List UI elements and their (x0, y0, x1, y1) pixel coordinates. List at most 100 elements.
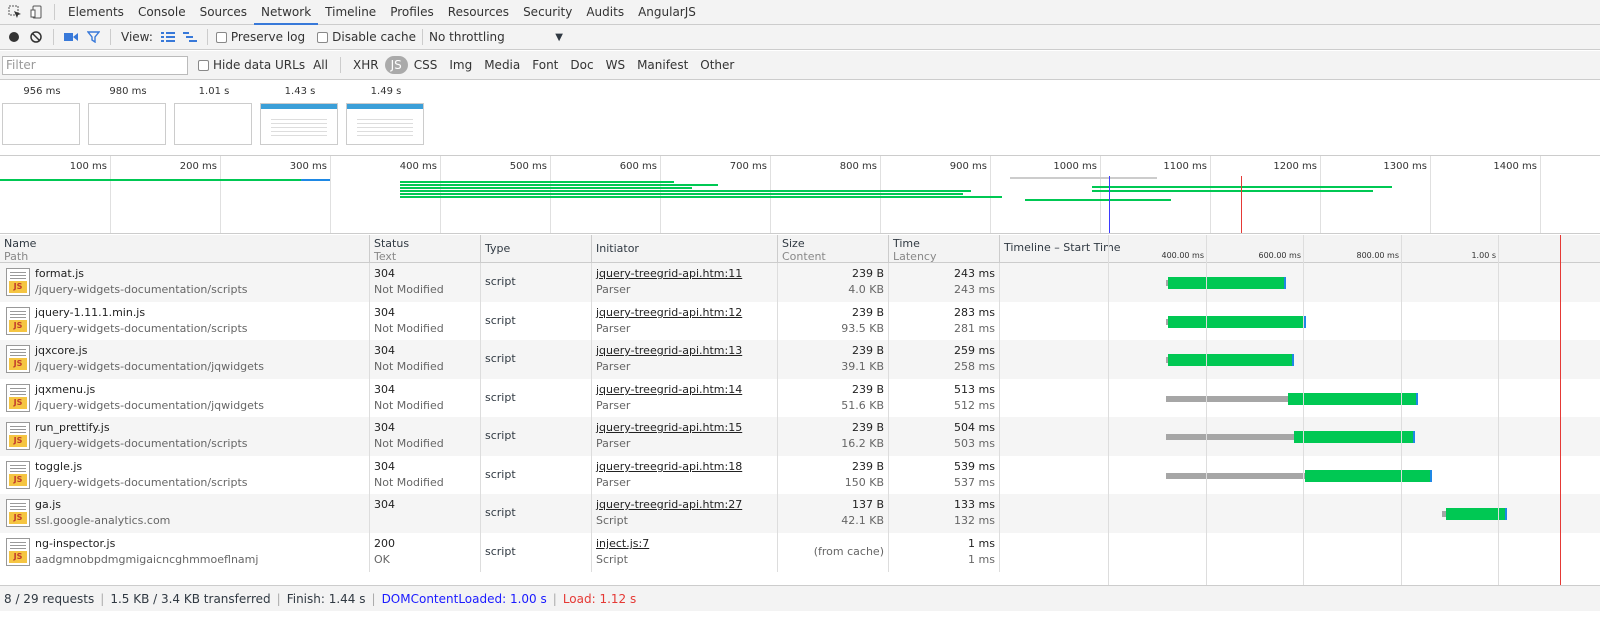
type-cell: script (481, 340, 592, 379)
overview-gridline (1100, 156, 1101, 233)
tab-timeline[interactable]: Timeline (318, 0, 383, 25)
request-name[interactable]: ga.js (35, 497, 365, 513)
throttling-select[interactable]: No throttling ▼ (429, 30, 563, 44)
tab-elements[interactable]: Elements (61, 0, 131, 25)
filter-type-xhr[interactable]: XHR (347, 56, 385, 74)
filter-type-font[interactable]: Font (526, 56, 564, 74)
initiator-link[interactable]: jquery-treegrid-api.htm:15 (596, 420, 773, 436)
request-name[interactable]: jqxmenu.js (35, 382, 365, 398)
request-name[interactable]: run_prettify.js (35, 420, 365, 436)
large-rows-icon[interactable] (157, 26, 179, 48)
overview-tick-label: 600 ms (619, 161, 657, 172)
table-row[interactable]: JS jqxmenu.js/jquery-widgets-documentatio… (0, 379, 1600, 418)
initiator-cell: jquery-treegrid-api.htm:18 Parser (592, 456, 778, 495)
initiator-link[interactable]: inject.js:7 (596, 536, 773, 552)
filter-type-css[interactable]: CSS (408, 56, 444, 74)
table-row[interactable]: JS jquery-1.11.1.min.js/jquery-widgets-do… (0, 302, 1600, 341)
filmstrip-frame[interactable]: 980 ms (88, 85, 168, 145)
filmstrip-frame[interactable]: 956 ms (2, 85, 82, 145)
checkbox-box[interactable] (198, 59, 209, 71)
column-status[interactable]: Status Text (370, 235, 481, 263)
tab-console[interactable]: Console (131, 0, 193, 25)
frame-time: 1.43 s (284, 86, 316, 97)
tab-resources[interactable]: Resources (441, 0, 516, 25)
column-time[interactable]: Time Latency (889, 235, 1000, 263)
checkbox-box[interactable] (317, 31, 329, 43)
column-initiator[interactable]: Initiator (592, 235, 778, 263)
checkbox-box[interactable] (215, 31, 227, 43)
filter-type-ws[interactable]: WS (600, 56, 631, 74)
overview-bar (400, 196, 1002, 198)
table-row[interactable]: JS ng-inspector.js aadgmnobpdmgmigaicncghm… (0, 533, 1600, 572)
overview-icon[interactable] (179, 26, 201, 48)
hide-data-urls-checkbox[interactable]: Hide data URLs (198, 58, 305, 72)
size-cell: 239 B 16.2 KB (778, 417, 889, 456)
column-size-label: Size (782, 237, 805, 250)
initiator-link[interactable]: jquery-treegrid-api.htm:18 (596, 459, 773, 475)
disable-cache-checkbox[interactable]: Disable cache (317, 30, 416, 44)
initiator-link[interactable]: jquery-treegrid-api.htm:13 (596, 343, 773, 359)
filter-icon[interactable] (82, 26, 104, 48)
timeline-cell (1000, 494, 1600, 533)
tab-angularjs[interactable]: AngularJS (631, 0, 703, 25)
size-cell: 239 B 39.1 KB (778, 340, 889, 379)
inspect-element-icon[interactable] (4, 1, 26, 23)
filter-type-js[interactable]: JS (384, 56, 408, 74)
device-mode-icon[interactable] (26, 1, 48, 23)
column-text-label: Text (374, 250, 397, 263)
js-file-icon: JS (6, 345, 30, 373)
overview-bar (1092, 190, 1373, 192)
initiator-link[interactable]: jquery-treegrid-api.htm:27 (596, 497, 773, 513)
column-type[interactable]: Type (481, 235, 592, 263)
content-size: 39.1 KB (841, 360, 884, 373)
overview-bar (1010, 177, 1157, 179)
filter-type-manifest[interactable]: Manifest (631, 56, 694, 74)
request-name[interactable]: jquery-1.11.1.min.js (35, 305, 365, 321)
tab-profiles[interactable]: Profiles (383, 0, 441, 25)
name-cell: JS jqxmenu.js/jquery-widgets-documentatio… (0, 379, 370, 418)
initiator-link[interactable]: jquery-treegrid-api.htm:11 (596, 266, 773, 282)
initiator-type: Script (596, 514, 628, 527)
column-size[interactable]: Size Content (778, 235, 889, 263)
tab-security[interactable]: Security (516, 0, 579, 25)
filter-type-other[interactable]: Other (694, 56, 740, 74)
request-name[interactable]: ng-inspector.js (35, 536, 365, 552)
tab-sources[interactable]: Sources (193, 0, 254, 25)
filter-input[interactable] (2, 55, 188, 75)
status-text (374, 513, 476, 529)
filter-type-media[interactable]: Media (478, 56, 526, 74)
request-name[interactable]: toggle.js (35, 459, 365, 475)
devtools-tabbar: Elements Console Sources Network Timeline Pro… (0, 0, 1600, 25)
initiator-link[interactable]: jquery-treegrid-api.htm:14 (596, 382, 773, 398)
js-file-icon: JS (6, 461, 30, 489)
divider (206, 29, 208, 45)
filmstrip-frame[interactable]: 1.43 s (260, 85, 340, 145)
table-row[interactable]: JS jqxcore.js/jquery-widgets-documentatio… (0, 340, 1600, 379)
filter-type-img[interactable]: Img (443, 56, 478, 74)
table-row[interactable]: JS ga.js ssl.google-analytics.com 304 script… (0, 494, 1600, 533)
status-code: 304 (374, 383, 395, 396)
filmstrip-frame[interactable]: 1.49 s (346, 85, 426, 145)
overview-gridline (1210, 156, 1211, 233)
table-row[interactable]: JS toggle.js/jquery-widgets-documentation… (0, 456, 1600, 495)
overview-bar (1025, 199, 1171, 201)
clear-icon[interactable] (25, 26, 47, 48)
record-icon[interactable] (3, 26, 25, 48)
filter-type-all[interactable]: All (307, 56, 334, 74)
capture-screenshots-icon[interactable] (60, 26, 82, 48)
table-row[interactable]: JS run_prettify.js/jquery-widgets-documen… (0, 417, 1600, 456)
filter-type-doc[interactable]: Doc (564, 56, 599, 74)
request-name[interactable]: format.js (35, 266, 365, 282)
content-size: 16.2 KB (841, 437, 884, 450)
frame-time: 956 ms (23, 86, 61, 97)
tab-audits[interactable]: Audits (579, 0, 631, 25)
column-name[interactable]: Name Path (0, 235, 370, 263)
tab-network[interactable]: Network (254, 0, 319, 25)
request-name[interactable]: jqxcore.js (35, 343, 365, 359)
latency: 132 ms (954, 514, 995, 527)
initiator-link[interactable]: jquery-treegrid-api.htm:12 (596, 305, 773, 321)
transfer-size: 239 B (851, 383, 884, 396)
table-row[interactable]: JS format.js/jquery-widgets-documentation… (0, 263, 1600, 302)
filmstrip-frame[interactable]: 1.01 s (174, 85, 254, 145)
preserve-log-checkbox[interactable]: Preserve log (215, 30, 305, 44)
